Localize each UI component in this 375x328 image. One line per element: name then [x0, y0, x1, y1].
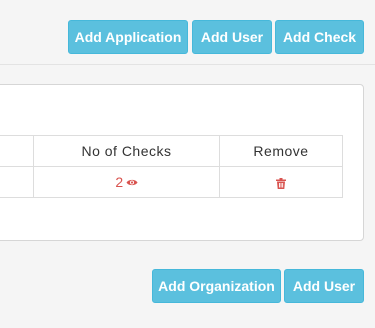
column-header-checks: No of Checks [33, 135, 220, 167]
view-checks-link[interactable]: 2 [115, 174, 138, 190]
add-check-button[interactable]: Add Check [275, 20, 364, 54]
table-header-row: No of Checks Remove [0, 135, 343, 167]
trash-icon[interactable] [276, 177, 286, 189]
cell-first [0, 166, 34, 198]
column-header-remove: Remove [219, 135, 343, 167]
checks-count: 2 [115, 174, 124, 190]
cell-remove [219, 166, 343, 198]
cell-checks: 2 [33, 166, 220, 198]
add-organization-button[interactable]: Add Organization [152, 269, 281, 303]
add-user-button[interactable]: Add User [284, 269, 364, 303]
eye-icon [126, 179, 138, 185]
add-user-button[interactable]: Add User [192, 20, 272, 54]
column-header-first [0, 135, 34, 167]
page: Add Application Add User Add Check No of… [0, 0, 375, 328]
add-application-button[interactable]: Add Application [68, 20, 188, 54]
table-row: 2 [0, 166, 343, 198]
applications-table: No of Checks Remove 2 [0, 135, 343, 198]
section-divider [0, 64, 375, 65]
